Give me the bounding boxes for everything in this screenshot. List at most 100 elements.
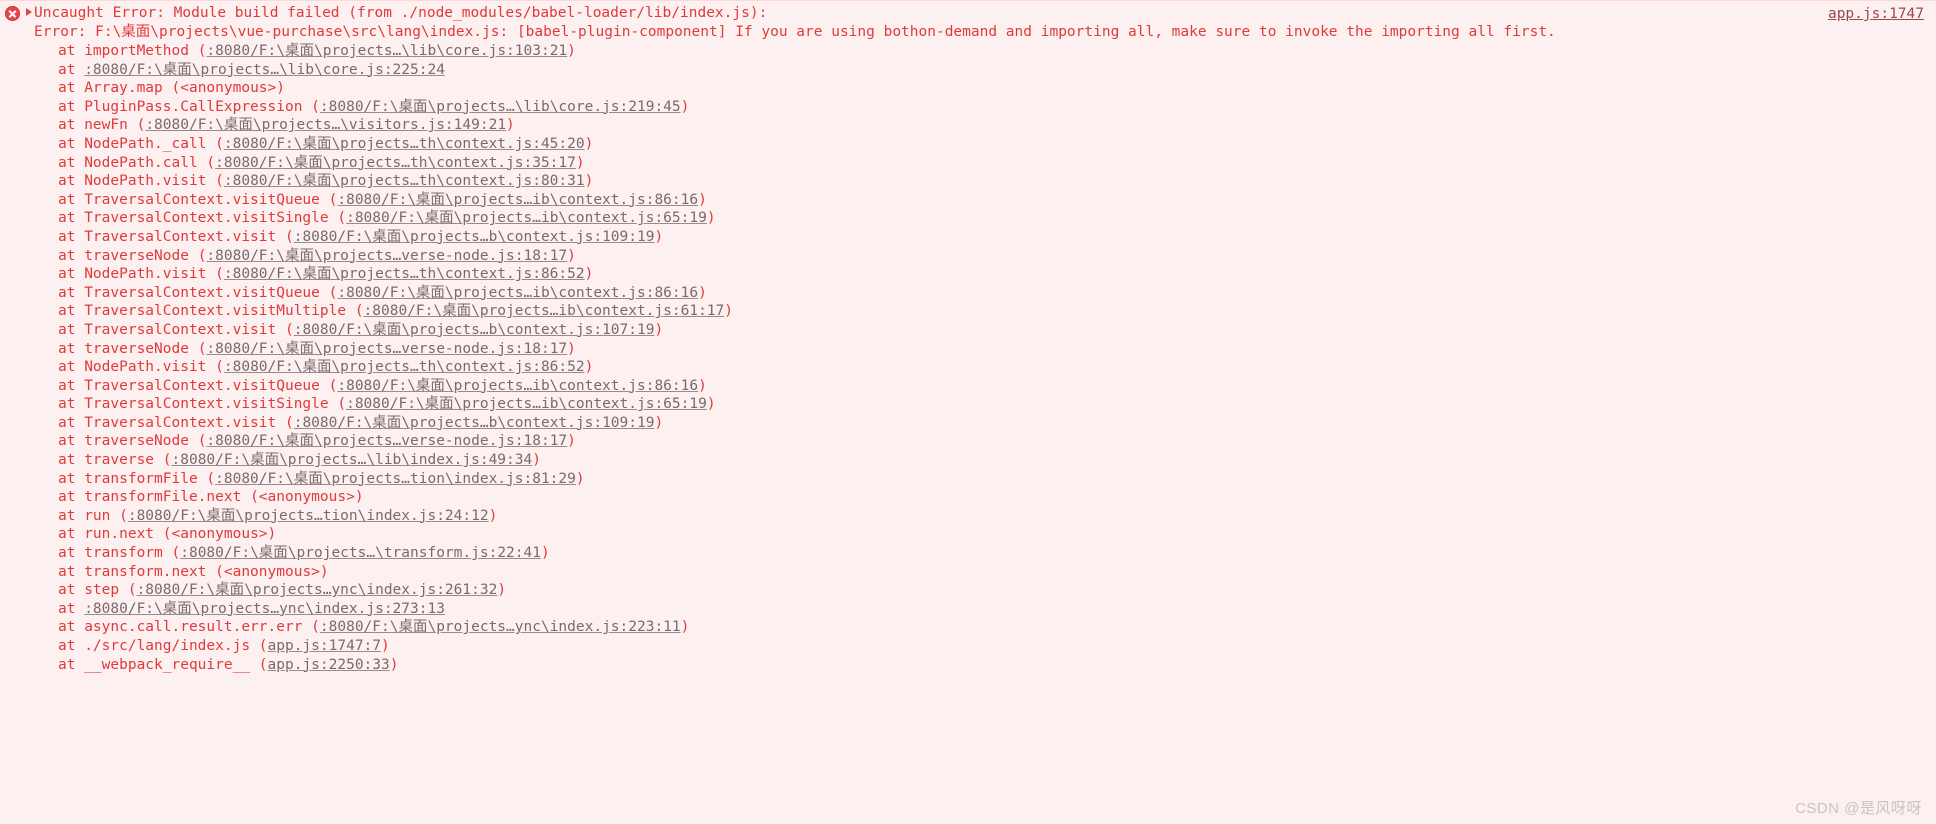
stack-frame: at newFn (:8080/F:\桌面\projects…\visitors… — [0, 116, 1936, 135]
stack-frame-paren-open: ( — [284, 228, 294, 245]
stack-frame-paren-close: ) — [567, 43, 576, 59]
stack-frame-paren-close: ) — [584, 266, 594, 283]
stack-frame-link[interactable]: :8080/F:\桌面\projects…tion\index.js:81:29 — [215, 471, 576, 487]
stack-frame: at importMethod (:8080/F:\桌面\projects…\l… — [0, 42, 1936, 61]
stack-frame-link[interactable]: :8080/F:\桌面\projects…tion\index.js:24:12 — [128, 508, 489, 524]
stack-frame-paren-open: ( — [215, 173, 224, 190]
stack-frame-paren-close: ) — [654, 228, 664, 245]
stack-frame-function: at TraversalContext.visitQueue — [58, 377, 329, 394]
stack-frame-anonymous: (<anonymous>) — [171, 80, 286, 97]
stack-frame: at run (:8080/F:\桌面\projects…tion\index.… — [0, 507, 1936, 526]
stack-frame-function: at TraversalContext.visit — [58, 228, 285, 245]
stack-frame: at TraversalContext.visitQueue (:8080/F:… — [0, 284, 1936, 303]
chevron-right-icon[interactable] — [26, 8, 32, 16]
stack-frame-paren-close: ) — [381, 638, 390, 654]
stack-frame-link[interactable]: :8080/F:\桌面\projects…ib\context.js:65:19 — [346, 396, 707, 412]
stack-frame-link[interactable]: :8080/F:\桌面\projects…ync\index.js:261:32 — [137, 582, 498, 598]
stack-frame: at transformFile.next (<anonymous>) — [0, 488, 1936, 507]
stack-frame-paren-open: ( — [206, 470, 216, 487]
stack-frame-link[interactable]: :8080/F:\桌面\projects…\lib\index.js:49:34 — [172, 452, 533, 468]
stack-frame: at async.call.result.err.err (:8080/F:\桌… — [0, 618, 1936, 637]
stack-frame-function: at async.call.result.err.err — [58, 619, 312, 636]
stack-frame-paren-close: ) — [706, 210, 716, 227]
stack-frame: at PluginPass.CallExpression (:8080/F:\桌… — [0, 98, 1936, 117]
stack-frame-function: at NodePath._call — [58, 135, 216, 152]
stack-frame-function: at PluginPass.CallExpression — [58, 98, 312, 115]
stack-frame-paren-open: ( — [171, 545, 181, 562]
stack-frame-function: at TraversalContext.visitSingle — [58, 210, 338, 227]
stack-frame-link[interactable]: :8080/F:\桌面\projects…th\context.js:45:20 — [224, 136, 585, 152]
stack-frame-paren-open: ( — [311, 98, 320, 115]
stack-frame-link[interactable]: :8080/F:\桌面\projects…\lib\core.js:103:21 — [206, 43, 567, 59]
stack-frame-link[interactable]: :8080/F:\桌面\projects…ib\context.js:86:16 — [337, 378, 698, 394]
stack-frame: at transformFile (:8080/F:\桌面\projects…t… — [0, 470, 1936, 489]
stack-frame: at step (:8080/F:\桌面\projects…ync\index.… — [0, 581, 1936, 600]
stack-frame-function: at traverseNode — [58, 340, 198, 357]
stack-frame-paren-open: ( — [284, 321, 294, 338]
stack-frame-link[interactable]: :8080/F:\桌面\projects…\lib\core.js:219:45 — [320, 99, 681, 115]
stack-frame-link[interactable]: :8080/F:\桌面\projects…\transform.js:22:41 — [180, 545, 541, 561]
stack-frame-paren-close: ) — [584, 359, 594, 376]
stack-frame-anonymous: (<anonymous>) — [250, 489, 364, 506]
stack-frame-paren-close: ) — [575, 154, 585, 171]
stack-frame-link[interactable]: :8080/F:\桌面\projects…ib\context.js:86:16 — [337, 192, 698, 208]
console-error-panel: Uncaught Error: Module build failed (fro… — [0, 0, 1936, 825]
stack-frame-paren-open: ( — [284, 414, 294, 431]
stack-frame-function: at transformFile.next — [58, 489, 251, 506]
stack-frame-paren-open: ( — [162, 452, 172, 469]
stack-frame-link[interactable]: :8080/F:\桌面\projects…\visitors.js:149:21 — [145, 117, 506, 133]
stack-frame-function: at — [58, 61, 85, 78]
stack-frame-link[interactable]: :8080/F:\桌面\projects…b\context.js:109:19 — [294, 229, 655, 245]
stack-frame-link[interactable]: app.js:1747:7 — [268, 638, 382, 654]
stack-frame: at traverseNode (:8080/F:\桌面\projects…ve… — [0, 247, 1936, 266]
stack-frame-link[interactable]: :8080/F:\桌面\projects…ib\context.js:65:19 — [346, 210, 707, 226]
stack-frame-function: at traverseNode — [58, 433, 198, 450]
stack-frame-link[interactable]: app.js:2250:33 — [268, 657, 390, 673]
stack-frame-function: at transformFile — [58, 470, 207, 487]
stack-frame-link[interactable]: :8080/F:\桌面\projects…verse-node.js:18:17 — [206, 341, 567, 357]
stack-frame-paren-open: ( — [337, 396, 347, 413]
stack-frame-link[interactable]: :8080/F:\桌面\projects…th\context.js:86:52 — [224, 359, 585, 375]
error-message-line-2: Error: F:\桌面\projects\vue-purchase\src\l… — [34, 24, 1556, 40]
stack-frame-link[interactable]: :8080/F:\桌面\projects…ib\context.js:86:16 — [337, 285, 698, 301]
stack-frame-link[interactable]: :8080/F:\桌面\projects…th\context.js:35:17 — [215, 155, 576, 171]
stack-frame-paren-close: ) — [567, 247, 576, 264]
stack-frame-paren-close: ) — [540, 545, 550, 562]
stack-frame-paren-close: ) — [654, 321, 664, 338]
stack-frame-paren-close: ) — [506, 117, 515, 134]
stack-frame-link[interactable]: :8080/F:\桌面\projects…ync\index.js:223:11 — [320, 619, 681, 635]
stack-frame-paren-open: ( — [215, 135, 224, 152]
stack-frame: at TraversalContext.visit (:8080/F:\桌面\p… — [0, 228, 1936, 247]
stack-frame-link[interactable]: :8080/F:\桌面\projects…verse-node.js:18:17 — [206, 248, 567, 264]
stack-frame-function: at Array.map — [58, 80, 172, 97]
stack-frame-link[interactable]: :8080/F:\桌面\projects…b\context.js:107:19 — [294, 322, 655, 338]
stack-frame-function: at transform — [58, 545, 172, 562]
stack-frame-link[interactable]: :8080/F:\桌面\projects…ync\index.js:273:13 — [84, 601, 445, 617]
stack-frame-link[interactable]: :8080/F:\桌面\projects…verse-node.js:18:17 — [206, 433, 567, 449]
stack-frame-link[interactable]: :8080/F:\桌面\projects…ib\context.js:61:17 — [364, 303, 725, 319]
source-location-link[interactable]: app.js:1747 — [1828, 5, 1924, 24]
stack-frame-function: at run.next — [58, 526, 163, 543]
stack-frame-function: at TraversalContext.visitQueue — [58, 284, 329, 301]
stack-frame-link[interactable]: :8080/F:\桌面\projects…th\context.js:86:52 — [224, 266, 585, 282]
stack-frame-paren-close: ) — [497, 582, 507, 599]
stack-frame-function: at TraversalContext.visit — [58, 414, 285, 431]
stack-frame-link[interactable]: :8080/F:\桌面\projects…\lib\core.js:225:24 — [84, 62, 445, 78]
stack-frame-paren-open: ( — [258, 638, 268, 654]
stack-frame-paren-open: ( — [206, 154, 216, 171]
stack-frame-link[interactable]: :8080/F:\桌面\projects…b\context.js:109:19 — [294, 415, 655, 431]
stack-frame-paren-close: ) — [698, 377, 707, 394]
stack-frame-paren-close: ) — [698, 191, 707, 208]
stack-frame: at __webpack_require__ (app.js:2250:33) — [0, 656, 1936, 675]
stack-frame-paren-open: ( — [258, 656, 268, 673]
stack-frame-paren-close: ) — [389, 656, 399, 673]
stack-frame: at TraversalContext.visitSingle (:8080/F… — [0, 395, 1936, 414]
stack-frame-paren-open: ( — [354, 303, 364, 320]
stack-frame: at NodePath.visit (:8080/F:\桌面\projects…… — [0, 172, 1936, 191]
stack-frame-paren-open: ( — [215, 359, 224, 376]
stack-frame-anonymous: (<anonymous>) — [162, 526, 277, 543]
stack-frame-link[interactable]: :8080/F:\桌面\projects…th\context.js:80:31 — [224, 173, 585, 189]
stack-frame-paren-close: ) — [698, 284, 707, 301]
stack-frame-paren-close: ) — [584, 135, 594, 152]
stack-frame-paren-close: ) — [575, 470, 585, 487]
